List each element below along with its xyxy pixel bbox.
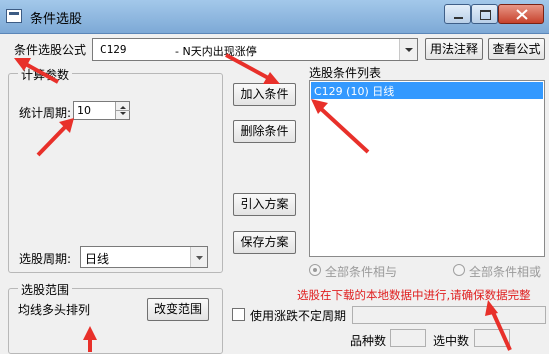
period-stepper[interactable]: 10 (73, 101, 130, 120)
range-value: 均线多头排列 (18, 303, 91, 317)
list-item[interactable]: C129 (10) 日线 (311, 82, 543, 99)
params-group-title: 计算参数 (18, 66, 73, 83)
spin-arrows-icon (116, 106, 130, 115)
range-group-title: 选股范围 (18, 281, 73, 298)
close-icon (516, 9, 528, 20)
spin-buttons[interactable] (115, 102, 130, 119)
select-period-value: 日线 (85, 252, 110, 266)
minimize-button[interactable] (444, 4, 471, 24)
import-scheme-button[interactable]: 引入方案 (233, 193, 296, 216)
chevron-down-icon[interactable] (399, 39, 417, 60)
window-title: 条件选股 (30, 12, 83, 27)
undetermined-period-field (352, 306, 546, 324)
all-and-label: 全部条件相与 (325, 265, 398, 279)
period-value: 10 (77, 104, 91, 117)
chevron-down-icon[interactable] (190, 247, 207, 267)
app-icon (6, 9, 22, 23)
selected-count-field (474, 329, 510, 347)
all-and-radio[interactable] (309, 264, 321, 276)
dropdown-arrow-icon (196, 256, 203, 260)
conditions-list[interactable]: C129 (10) 日线 (309, 80, 545, 257)
title-bar: 条件选股 (0, 0, 549, 34)
select-period-label: 选股周期: (19, 252, 72, 266)
formula-label: 条件选股公式 (14, 43, 87, 57)
undetermined-period-label: 使用涨跌不定周期 (250, 309, 347, 323)
add-condition-button[interactable]: 加入条件 (233, 83, 296, 106)
formula-code: C129 (100, 43, 127, 56)
help-button[interactable]: 用法注释 (425, 38, 483, 60)
close-button[interactable] (498, 4, 544, 24)
list-item-label: C129 (10) 日线 (314, 85, 395, 98)
save-scheme-button[interactable]: 保存方案 (233, 231, 296, 254)
data-notice: 选股在下载的本地数据中进行,请确保数据完整 (297, 288, 531, 302)
total-count-field (390, 329, 426, 347)
maximize-button[interactable] (471, 4, 498, 24)
change-range-button[interactable]: 改变范围 (147, 298, 209, 321)
formula-select[interactable]: C129 - N天内出现涨停 (92, 38, 418, 61)
conditions-list-title: 选股条件列表 (309, 66, 382, 80)
select-period-dropdown[interactable]: 日线 (80, 246, 208, 268)
total-count-label: 品种数 (350, 334, 387, 348)
formula-description: - N天内出现涨停 (175, 45, 257, 58)
delete-condition-button[interactable]: 删除条件 (233, 120, 296, 143)
period-label: 统计周期: (19, 106, 72, 120)
view-formula-button[interactable]: 查看公式 (488, 38, 545, 60)
undetermined-period-checkbox[interactable] (232, 308, 245, 321)
all-or-label: 全部条件相或 (469, 265, 542, 279)
selected-count-label: 选中数 (433, 334, 470, 348)
all-or-radio[interactable] (453, 264, 465, 276)
